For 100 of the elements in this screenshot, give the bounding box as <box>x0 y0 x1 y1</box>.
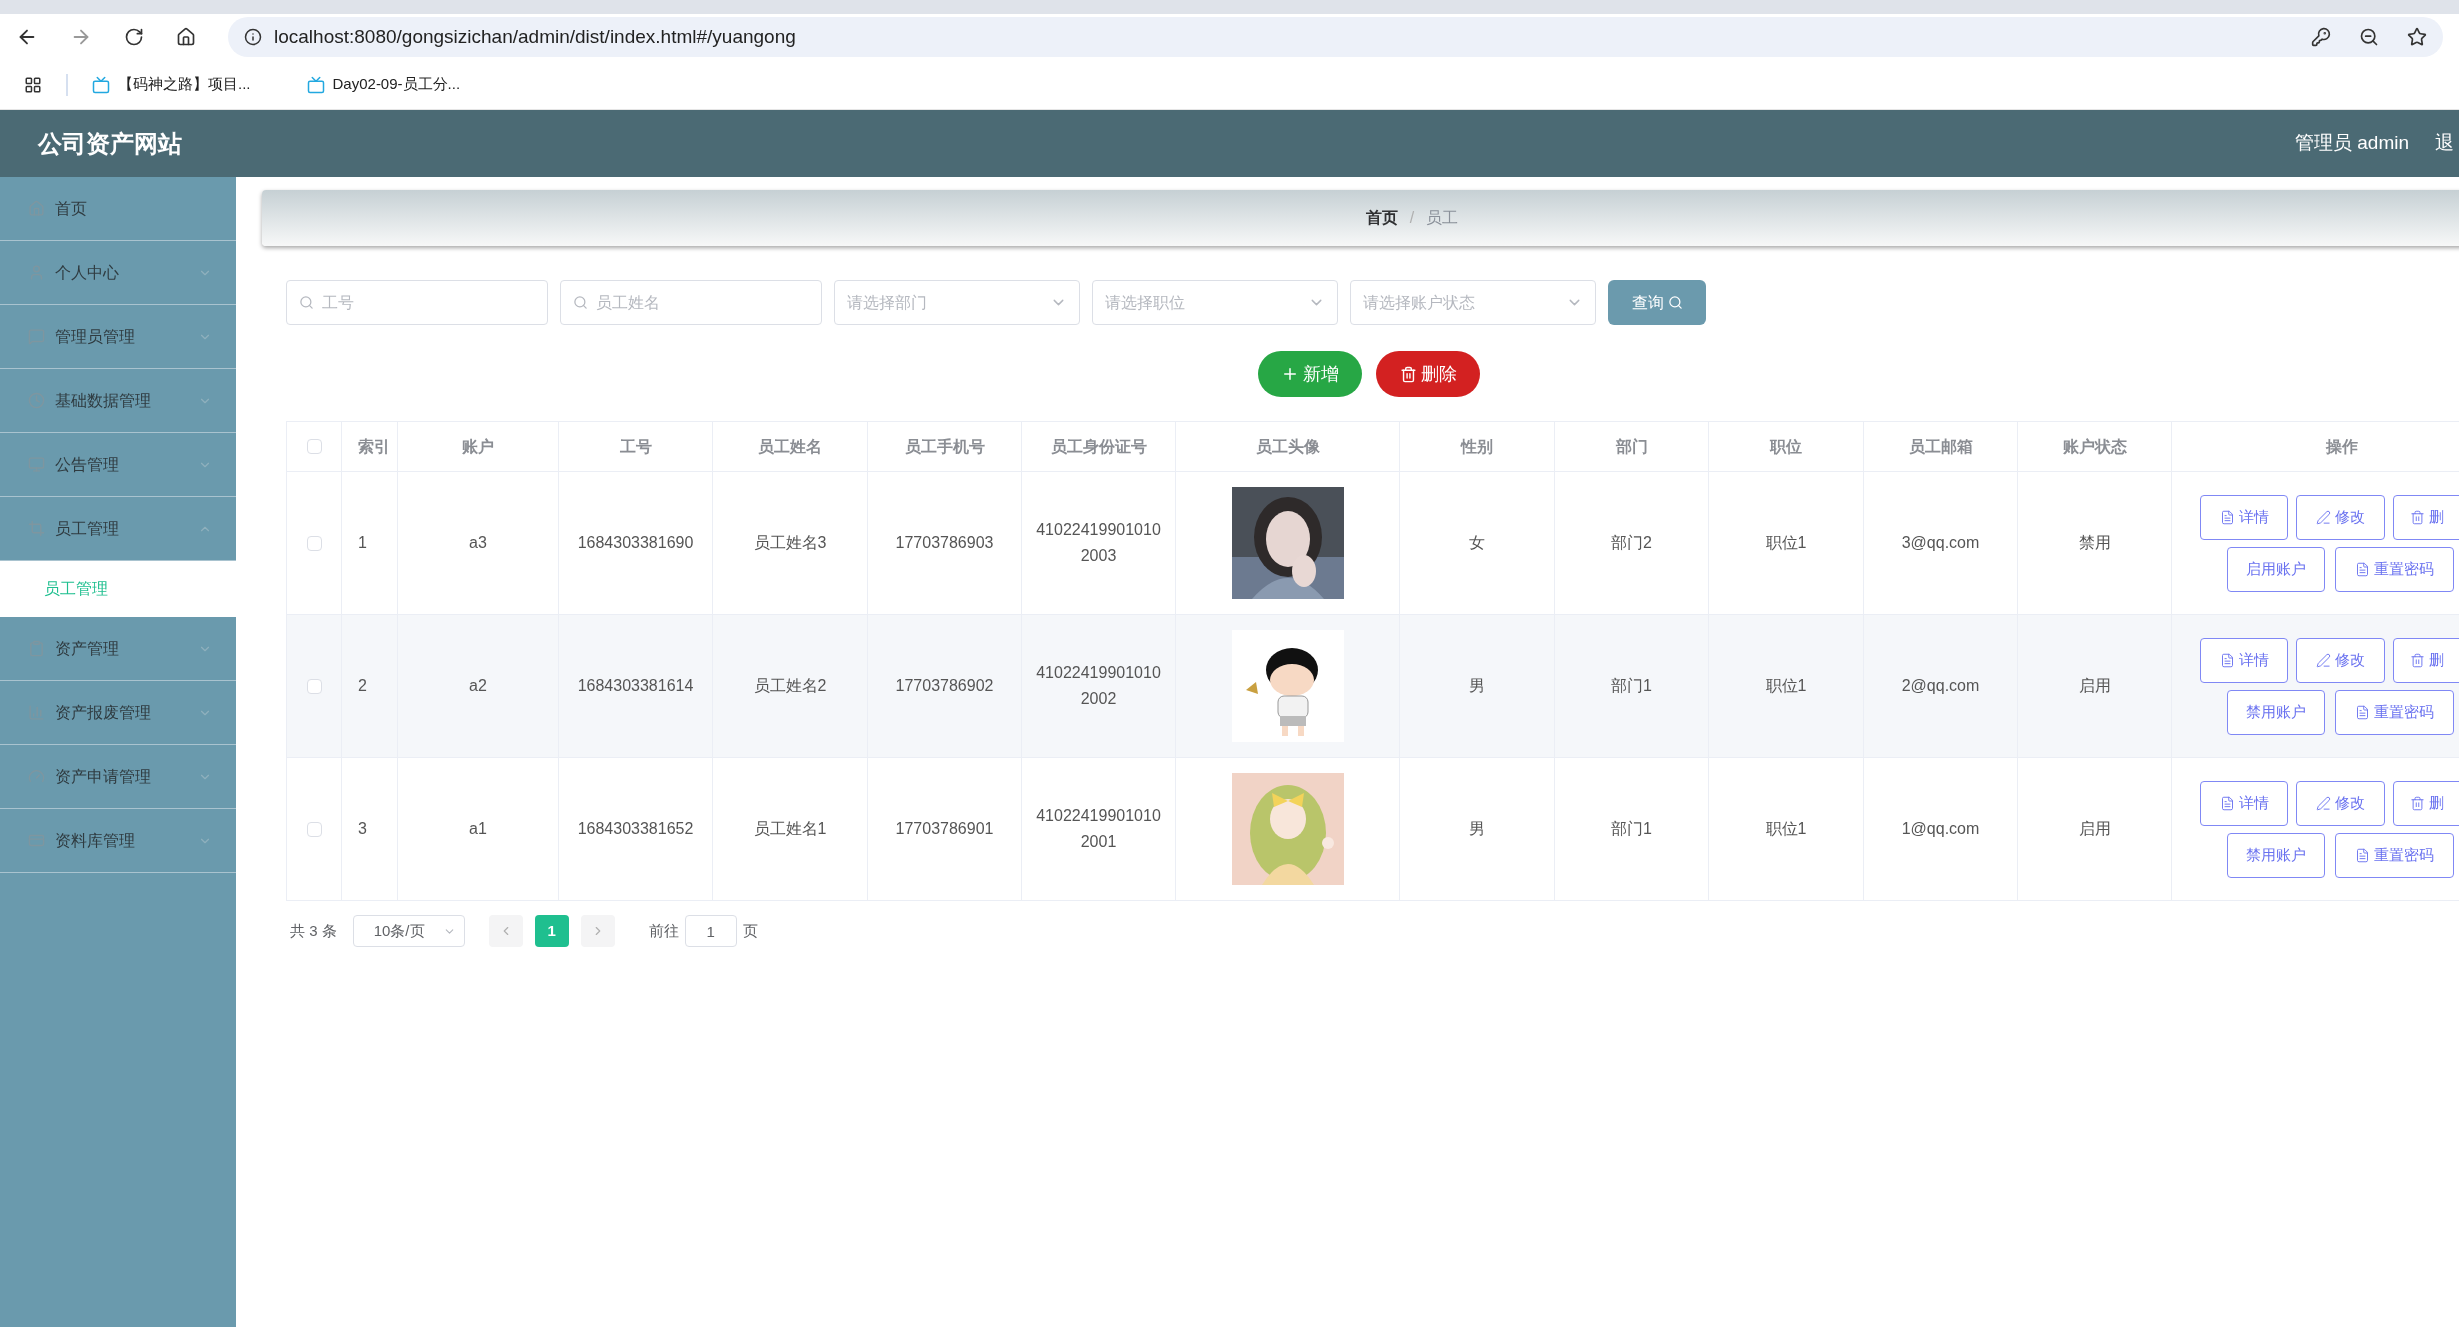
table-cell-text: 2003 <box>1080 546 1117 566</box>
sidebar-item[interactable]: 资产管理 <box>0 617 236 681</box>
table-cell: a1 <box>469 820 487 837</box>
document-icon <box>2219 652 2235 668</box>
table-cell: 17703786901 <box>895 820 994 837</box>
table-cell: 17703786903 <box>895 534 994 551</box>
bookmark[interactable]: 【码神之路】项目... <box>92 73 251 96</box>
document-icon <box>2355 847 2370 863</box>
page-button[interactable]: 1 <box>534 915 569 947</box>
sidebar-item[interactable]: 公告管理 <box>0 433 236 497</box>
delete-button[interactable]: 删除 <box>1376 351 1480 397</box>
delete-button[interactable]: 删 <box>2393 780 2459 826</box>
delete-button[interactable]: 删 <box>2393 494 2459 540</box>
site-title: 公司资产网站 <box>38 128 183 159</box>
table-cell: 员工姓名3 <box>753 534 827 551</box>
sidebar-item[interactable]: 个人中心 <box>0 241 236 305</box>
column-header: 性别 <box>1461 437 1493 455</box>
sidebar-item[interactable]: 首页 <box>0 177 236 241</box>
zoom-icon[interactable] <box>2359 27 2379 47</box>
table-cell: 3 <box>358 820 367 837</box>
document-icon <box>2355 704 2370 720</box>
reset-password-button[interactable]: 重置密码 <box>2335 832 2454 878</box>
delete-button[interactable]: 删 <box>2393 637 2459 683</box>
breadcrumb-item[interactable]: 首页 <box>1365 206 1398 230</box>
document-icon <box>2219 795 2235 811</box>
table-cell: 职位1 <box>1765 534 1807 551</box>
table-cell: 禁用 <box>2078 534 2111 551</box>
column-header: 员工手机号 <box>904 437 985 455</box>
bookmark-star-icon[interactable] <box>2407 27 2427 47</box>
toggle-account-button[interactable]: 禁用账户 <box>2227 689 2325 735</box>
sidebar-subitem[interactable]: 员工管理 <box>0 561 236 617</box>
table-cell-text: 41022419901010 <box>1036 663 1161 683</box>
goto-suffix: 页 <box>742 920 758 941</box>
page-size-select[interactable]: 10条/页 <box>352 915 465 947</box>
edit-button[interactable]: 修改 <box>2296 780 2385 826</box>
breadcrumb-item: 员工 <box>1426 208 1459 228</box>
table-cell: a3 <box>469 534 487 551</box>
sidebar-item[interactable]: 管理员管理 <box>0 305 236 369</box>
add-button[interactable]: 新增 <box>1258 351 1362 397</box>
reset-password-button[interactable]: 重置密码 <box>2335 689 2454 735</box>
info-icon[interactable] <box>244 28 262 46</box>
sidebar-item[interactable]: 资产报废管理 <box>0 681 236 745</box>
reset-password-button[interactable]: 重置密码 <box>2335 546 2454 592</box>
table-cell: 1684303381614 <box>577 677 694 694</box>
sidebar-item[interactable]: 资产申请管理 <box>0 745 236 809</box>
table-cell-text: 41022419901010 <box>1036 520 1161 540</box>
table-cell-text: 2002 <box>1080 689 1117 709</box>
query-button[interactable]: 查询 <box>1608 280 1706 325</box>
plus-icon <box>1281 365 1299 383</box>
column-header: 索引 <box>358 437 390 455</box>
url-text: localhost:8080/gongsizichan/admin/dist/index.html#/yuangong <box>274 24 797 49</box>
checkbox[interactable] <box>306 535 322 551</box>
total-count: 共 3 条 <box>290 920 337 941</box>
page-input[interactable]: 1 <box>684 915 737 947</box>
table-cell: 1684303381652 <box>577 820 694 837</box>
breadcrumb-separator: / <box>1409 208 1415 228</box>
table-cell: 1 <box>358 534 367 551</box>
table-cell: 部门2 <box>1611 534 1652 551</box>
table-cell: 部门1 <box>1611 677 1652 694</box>
logout-link[interactable]: 退 <box>2435 129 2459 158</box>
checkbox[interactable] <box>306 439 322 454</box>
reload-icon[interactable] <box>124 27 144 47</box>
column-header: 操作 <box>2325 437 2358 455</box>
table-cell: 男 <box>1469 820 1485 837</box>
edit-button[interactable]: 修改 <box>2296 637 2385 683</box>
column-header: 员工身份证号 <box>1050 437 1147 455</box>
table-cell: 17703786902 <box>895 677 994 694</box>
sidebar-item[interactable]: 资料库管理 <box>0 809 236 873</box>
table-cell: 员工姓名1 <box>753 820 827 837</box>
apps-icon[interactable] <box>24 75 42 94</box>
table-cell: 启用 <box>2078 677 2111 694</box>
detail-button[interactable]: 详情 <box>2200 637 2288 683</box>
goto-label: 前往 <box>648 920 679 941</box>
sidebar-item[interactable]: 基础数据管理 <box>0 369 236 433</box>
document-icon <box>2355 561 2370 577</box>
bookmark[interactable]: Day02-09-员工分... <box>306 73 461 96</box>
key-icon[interactable] <box>2311 27 2331 47</box>
edit-button[interactable]: 修改 <box>2296 494 2385 540</box>
trash-icon <box>2410 795 2425 811</box>
trash-icon <box>1399 365 1417 383</box>
column-header: 账户 <box>462 437 494 455</box>
table-cell: a2 <box>469 677 487 694</box>
toggle-account-button[interactable]: 启用账户 <box>2227 546 2325 592</box>
checkbox[interactable] <box>306 678 322 694</box>
home-icon[interactable] <box>176 27 196 47</box>
column-header: 账户状态 <box>2062 437 2127 455</box>
table-cell: 1@qq.com <box>1901 820 1980 837</box>
detail-button[interactable]: 详情 <box>2200 780 2288 826</box>
search-icon <box>299 295 314 310</box>
user-label: 管理员 admin <box>2294 131 2409 156</box>
table-cell: 女 <box>1469 534 1485 551</box>
table-cell: 职位1 <box>1765 677 1807 694</box>
table-cell-text: 2001 <box>1080 832 1117 852</box>
column-header: 部门 <box>1615 437 1648 455</box>
checkbox[interactable] <box>306 821 322 837</box>
detail-button[interactable]: 详情 <box>2200 494 2288 540</box>
table-cell: 男 <box>1469 677 1485 694</box>
column-header: 员工邮箱 <box>1908 437 1973 455</box>
address-bar[interactable]: localhost:8080/gongsizichan/admin/dist/index.html#/yuangong <box>228 17 2443 57</box>
toggle-account-button[interactable]: 禁用账户 <box>2227 832 2325 878</box>
